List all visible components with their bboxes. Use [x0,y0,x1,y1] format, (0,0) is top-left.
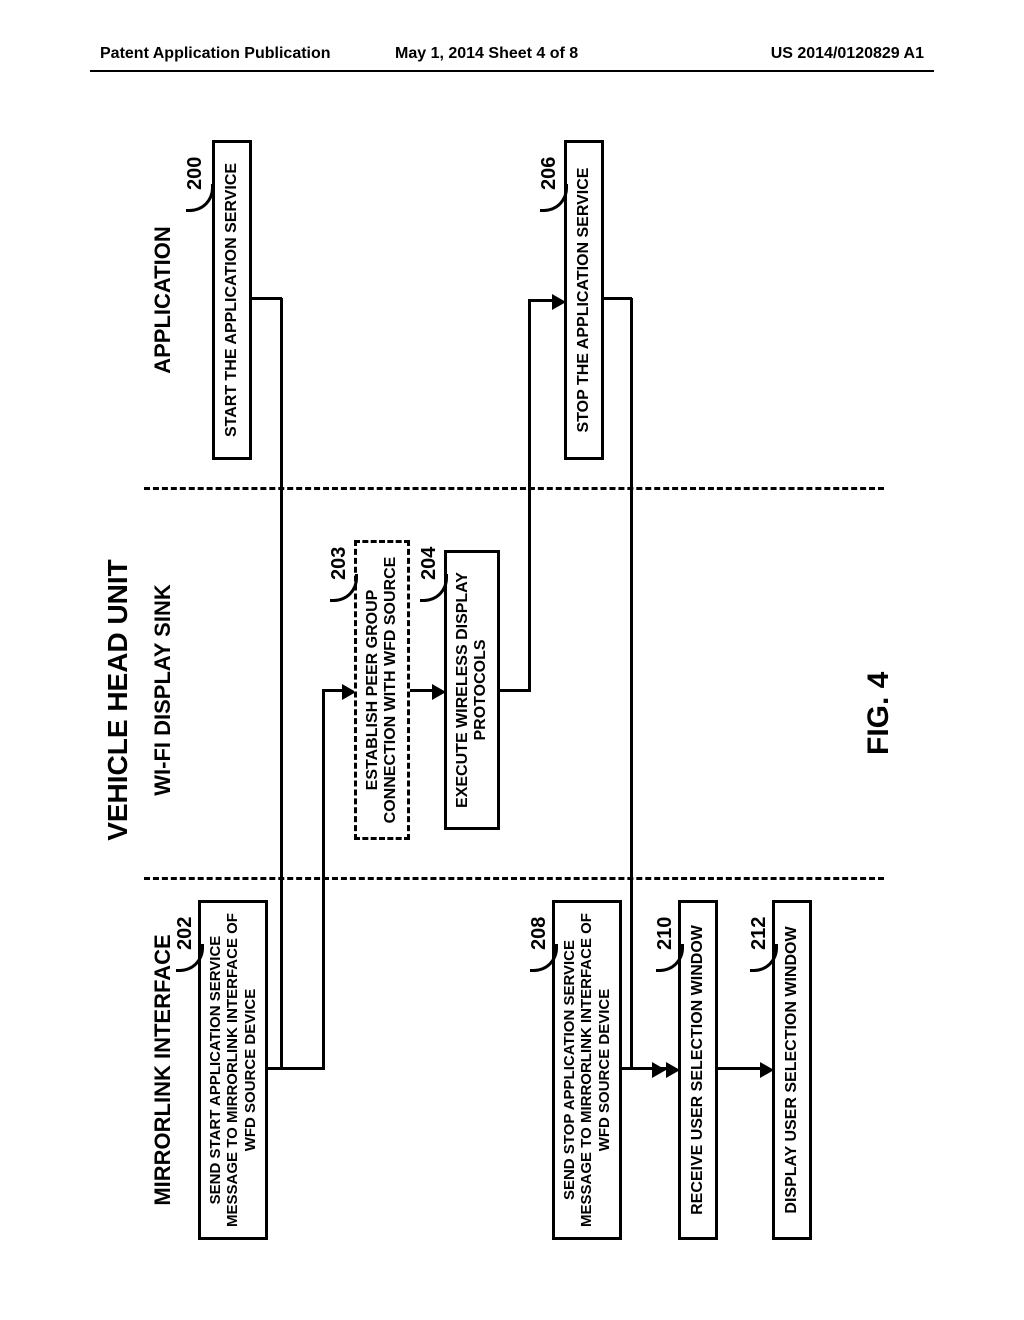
lane-divider-1 [144,877,884,880]
header-middle: May 1, 2014 Sheet 4 of 8 [395,45,578,63]
connector [252,297,282,300]
lane-header-mirrorlink: MIRRORLINK INTERFACE [150,900,176,1240]
box-204-execute-wd-protocols: EXECUTE WIRELESS DISPLAY PROTOCOLS [444,550,500,830]
connector [528,300,531,692]
diagram-title: VEHICLE HEAD UNIT [102,540,134,860]
header-right: US 2014/0120829 A1 [771,45,924,63]
box-208-send-stop-msg: SEND STOP APPLICATION SERVICE MESSAGE TO… [552,900,622,1240]
box-200-start-app-service: START THE APPLICATION SERVICE [212,140,252,460]
connector [322,689,344,692]
arrowhead-icon [652,1062,666,1078]
connector [322,690,325,1070]
connector [604,297,632,300]
diagram: VEHICLE HEAD UNIT MIRRORLINK INTERFACE W… [102,120,922,1280]
page: Patent Application Publication May 1, 20… [0,0,1024,1320]
connector [718,1067,762,1070]
box-210-receive-user-selection: RECEIVE USER SELECTION WINDOW [678,900,718,1240]
lane-header-sink: WI-FI DISPLAY SINK [150,540,176,840]
connector [268,1067,324,1070]
box-202-send-start-msg: SEND START APPLICATION SERVICE MESSAGE T… [198,900,268,1240]
header-rule [90,70,934,72]
connector [528,299,554,302]
connector [410,689,434,692]
connector [630,298,633,1070]
ref-hook-icon [186,184,214,212]
lane-header-app: APPLICATION [150,160,176,440]
figure-label: FIG. 4 [862,672,896,755]
connector [500,689,530,692]
connector [280,298,283,1070]
connector [622,1067,668,1070]
header-left: Patent Application Publication [100,45,331,63]
box-212-display-user-selection: DISPLAY USER SELECTION WINDOW [772,900,812,1240]
box-203-establish-peer-group: ESTABLISH PEER GROUP CONNECTION WITH WFD… [354,540,410,840]
lane-divider-2 [144,487,884,490]
box-206-stop-app-service: STOP THE APPLICATION SERVICE [564,140,604,460]
